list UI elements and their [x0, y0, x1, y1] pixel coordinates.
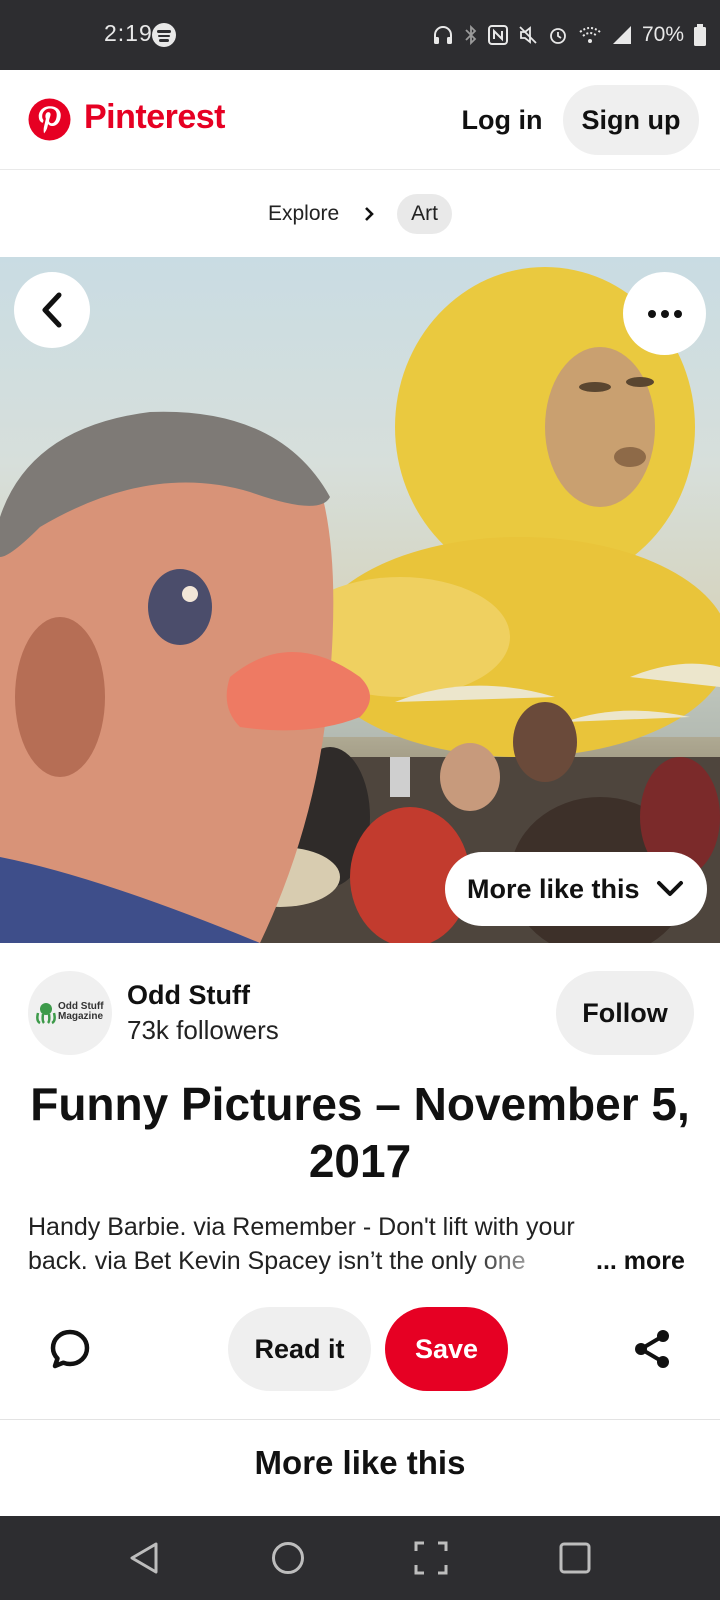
pin-image[interactable]	[0, 257, 720, 943]
mute-icon	[519, 26, 537, 44]
back-button[interactable]	[14, 272, 90, 348]
brand-name[interactable]: Pinterest	[84, 98, 226, 137]
pinterest-logo-icon[interactable]	[28, 98, 71, 141]
more-link[interactable]: ... more	[596, 1244, 685, 1278]
system-nav-bar	[0, 1516, 720, 1600]
battery-percent: 70%	[641, 23, 684, 46]
signal-icon	[612, 26, 631, 44]
breadcrumb: Explore Art	[0, 171, 720, 257]
creator-name[interactable]: Odd Stuff	[127, 980, 250, 1011]
signup-button[interactable]: Sign up	[563, 85, 699, 155]
avatar-text-line2: Magazine	[58, 1011, 104, 1022]
breadcrumb-item-art[interactable]: Art	[397, 194, 453, 234]
creator-avatar[interactable]: Odd Stuff Magazine	[28, 971, 112, 1055]
nav-screenshot-button[interactable]	[409, 1536, 453, 1580]
status-time: 2:19	[104, 20, 153, 46]
comment-icon	[50, 1329, 90, 1369]
divider	[0, 1419, 720, 1420]
follow-button[interactable]: Follow	[556, 971, 694, 1055]
more-like-this-label: More like this	[467, 873, 640, 904]
more-dots-icon	[647, 309, 656, 318]
nav-recents-icon	[559, 1542, 591, 1574]
description-fade	[470, 1244, 600, 1278]
more-like-this-heading: More like this	[254, 1444, 466, 1481]
nav-back-icon	[130, 1542, 158, 1574]
status-icons: 70%	[432, 18, 706, 52]
breadcrumb-item-explore[interactable]: Explore	[268, 202, 339, 226]
save-button[interactable]: Save	[385, 1307, 508, 1391]
nfc-icon	[487, 25, 508, 45]
more-options-button[interactable]	[623, 272, 706, 355]
bluetooth-icon	[465, 24, 477, 46]
read-it-button[interactable]: Read it	[228, 1307, 371, 1391]
back-arrow-icon	[42, 292, 62, 328]
nav-home-button[interactable]	[266, 1536, 310, 1580]
status-bar: 2:19 70%	[0, 0, 720, 70]
chevron-right-icon	[365, 207, 375, 221]
nav-recents-button[interactable]	[553, 1536, 597, 1580]
comment-button[interactable]	[46, 1325, 94, 1373]
site-header: Pinterest Log in Sign up	[0, 70, 720, 170]
share-icon	[635, 1330, 669, 1368]
login-button[interactable]: Log in	[452, 85, 552, 155]
wifi-icon	[579, 27, 601, 43]
pin-title: Funny Pictures – November 5, 2017	[30, 1078, 690, 1187]
pin-photo	[0, 267, 720, 943]
nav-screenshot-icon	[414, 1541, 448, 1575]
nav-home-icon	[272, 1542, 304, 1574]
nav-back-button[interactable]	[122, 1536, 166, 1580]
creator-followers: 73k followers	[127, 1015, 279, 1045]
octopus-logo-icon	[36, 1003, 56, 1025]
chevron-down-icon	[656, 881, 683, 896]
headphones-icon	[433, 26, 452, 44]
share-button[interactable]	[628, 1325, 676, 1373]
alarm-icon	[550, 28, 566, 44]
spotify-icon	[152, 23, 176, 47]
battery-icon	[694, 24, 706, 46]
more-like-this-button[interactable]: More like this	[445, 852, 707, 926]
